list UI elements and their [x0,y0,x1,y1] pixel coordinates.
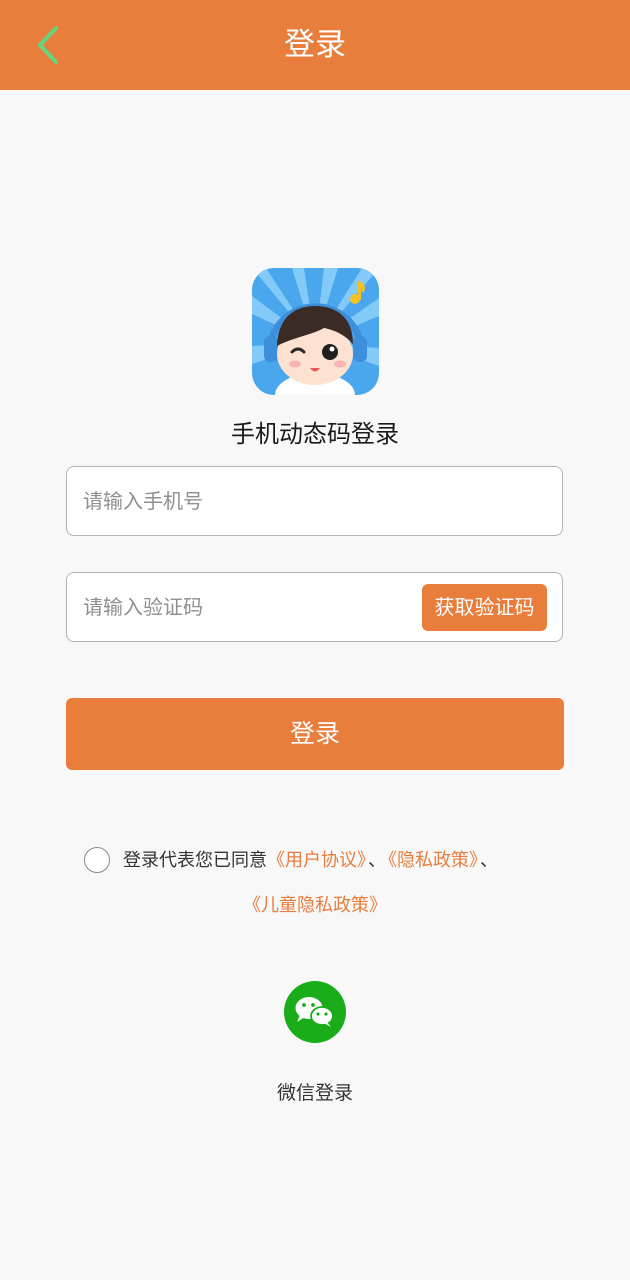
agreement-text: 登录代表您已同意《用户协议》、《隐私政策》、 [123,848,500,874]
wechat-icon [295,997,334,1027]
agreement-separator: 、 [368,850,386,871]
app-logo-icon [252,268,379,395]
phone-field [66,466,563,536]
header-bar: 登录 [0,0,630,90]
user-agreement-link[interactable]: 《用户协议》 [267,850,366,871]
phone-input[interactable] [83,467,543,534]
login-button[interactable]: 登录 [66,698,564,770]
page-title: 登录 [284,27,346,63]
wechat-login-button[interactable] [284,981,346,1043]
wechat-login-label: 微信登录 [276,1082,353,1104]
agreement-text-line2: 《儿童隐私政策》 [0,893,630,919]
child-privacy-policy-link[interactable]: 《儿童隐私政策》 [243,895,387,916]
get-code-button[interactable]: 获取验证码 [422,584,547,631]
agreement-separator: 、 [480,850,498,871]
login-method-title: 手机动态码登录 [231,420,399,448]
verification-code-input[interactable] [83,573,403,640]
agreement-prefix: 登录代表您已同意 [123,850,267,871]
agreement-checkbox[interactable] [84,847,110,873]
code-field: 获取验证码 [66,572,563,642]
privacy-policy-link[interactable]: 《隐私政策》 [388,850,478,871]
